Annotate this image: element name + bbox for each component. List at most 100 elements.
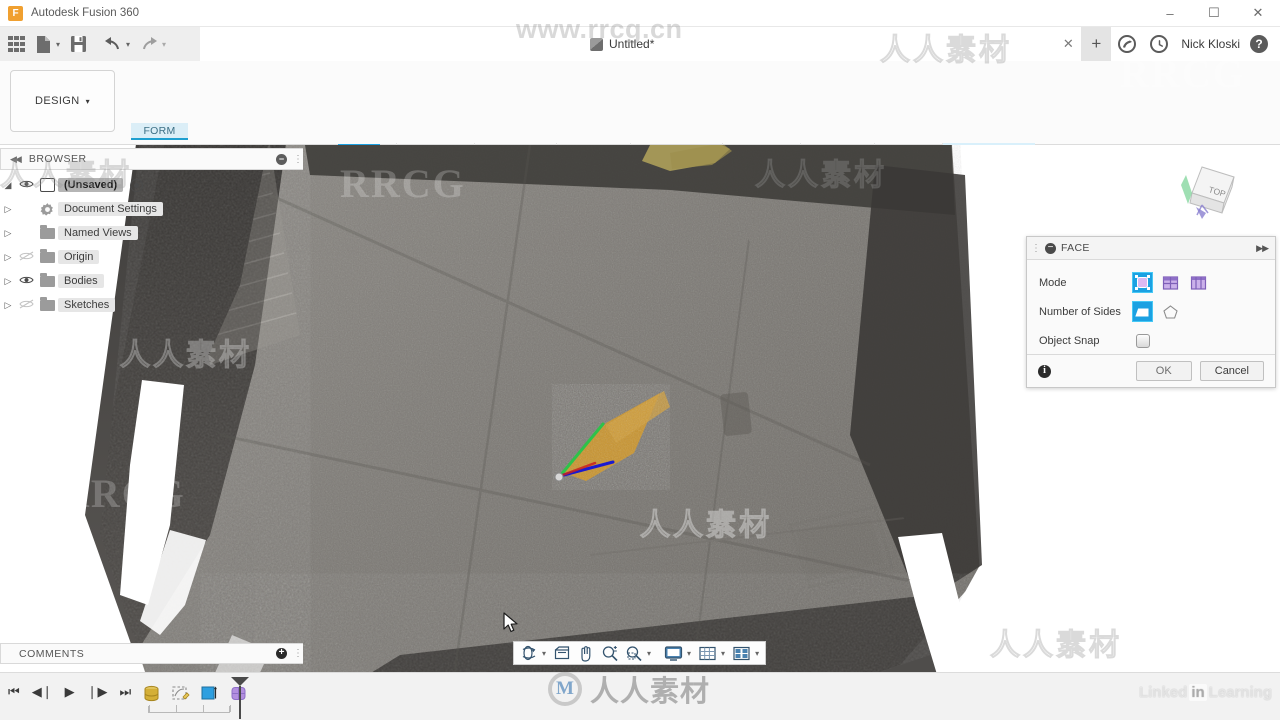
tree-expand-arrow[interactable]: ◢	[0, 180, 16, 191]
folder-icon	[36, 296, 58, 311]
help-icon[interactable]: ?	[1250, 35, 1268, 53]
save-icon[interactable]	[70, 35, 87, 53]
display-settings-icon[interactable]	[661, 642, 686, 664]
workspace-caret-icon: ▾	[85, 96, 90, 106]
comments-resize-grip[interactable]: ⋮	[293, 648, 303, 659]
new-tab-button[interactable]: +	[1081, 27, 1112, 61]
grid-face-icon[interactable]	[1161, 273, 1180, 292]
user-name-label[interactable]: Nick Kloski	[1181, 37, 1240, 51]
tree-expand-arrow[interactable]: ▷	[0, 252, 16, 263]
play-button[interactable]: ▶	[65, 685, 75, 698]
tree-item-label: Bodies	[58, 274, 104, 288]
eye-off-icon[interactable]	[16, 299, 36, 312]
cancel-button[interactable]: Cancel	[1199, 361, 1264, 381]
timeline-marker[interactable]	[231, 677, 249, 719]
viewports-caret-icon[interactable]: ▾	[755, 649, 759, 658]
step-back-button[interactable]: ◀❘	[32, 685, 53, 698]
browser-minimize-icon[interactable]: −	[276, 153, 287, 165]
tree-item-label: Document Settings	[58, 202, 163, 216]
pentagon-sides-icon[interactable]	[1161, 302, 1180, 321]
ribbon: DESIGN ▾ FORM	[0, 61, 1280, 205]
close-tab-icon[interactable]: ✕	[1055, 27, 1081, 61]
app-grid-icon[interactable]	[8, 35, 25, 53]
document-tab-label: Untitled*	[609, 37, 655, 51]
browser-tree: ◢ (Unsaved) ▷ Document Settings ▷ Named …	[0, 173, 290, 317]
comments-panel-header[interactable]: COMMENTS + ⋮	[0, 643, 303, 664]
strip-face-icon[interactable]	[1189, 273, 1208, 292]
document-root-icon	[36, 178, 58, 192]
timeline-mesh-feature[interactable]	[142, 684, 161, 703]
tree-item-sketches[interactable]: ▷ Sketches	[0, 293, 290, 317]
app-title: Autodesk Fusion 360	[31, 7, 140, 19]
orbit-caret-icon[interactable]: ▾	[542, 649, 546, 658]
browser-collapse-icon[interactable]: ◀◀	[10, 154, 22, 165]
tree-item-document-settings[interactable]: ▷ Document Settings	[0, 197, 290, 221]
go-to-end-button[interactable]: ⏭	[119, 685, 131, 698]
timeline-bar: ⏮ ◀❘ ▶ ❘▶ ⏭	[0, 672, 1280, 720]
tree-expand-arrow[interactable]: ▷	[0, 300, 16, 311]
eye-off-icon[interactable]	[16, 251, 36, 264]
number-of-sides-label: Number of Sides	[1039, 305, 1121, 318]
maximize-button[interactable]: ☐	[1192, 0, 1236, 27]
grid-snaps-icon[interactable]	[695, 642, 720, 664]
redo-icon[interactable]	[140, 36, 158, 52]
tree-expand-arrow[interactable]: ▷	[0, 276, 16, 287]
tree-item-unsaved[interactable]: ◢ (Unsaved)	[0, 173, 290, 197]
face-dialog-title: FACE	[1061, 242, 1090, 254]
new-document-caret-icon[interactable]: ▾	[56, 40, 60, 49]
workspace-switcher[interactable]: DESIGN ▾	[10, 70, 115, 132]
grid-snaps-caret-icon[interactable]: ▾	[721, 649, 725, 658]
undo-icon[interactable]	[104, 36, 122, 52]
document-tab[interactable]: Untitled*	[580, 27, 664, 61]
timeline-plane-feature[interactable]	[200, 684, 219, 703]
browser-resize-grip[interactable]: ⋮	[293, 154, 303, 165]
tree-expand-arrow[interactable]: ▷	[0, 228, 16, 239]
minimize-button[interactable]: –	[1148, 0, 1192, 27]
viewports-icon[interactable]	[729, 642, 754, 664]
tree-item-label: Named Views	[58, 226, 138, 240]
clock-icon[interactable]	[1150, 35, 1169, 53]
quad-sides-icon[interactable]	[1132, 301, 1153, 322]
go-to-beginning-button[interactable]: ⏮	[8, 685, 20, 698]
zoom-icon[interactable]	[598, 642, 622, 664]
display-settings-caret-icon[interactable]: ▾	[687, 649, 691, 658]
view-cube[interactable]: TOP	[1172, 159, 1258, 231]
add-comment-icon[interactable]: +	[276, 648, 287, 659]
tab-strip-right: ✕ + Nick Kloski ?	[1055, 27, 1280, 61]
timeline-sketch-feature[interactable]	[171, 684, 190, 703]
info-icon[interactable]: i	[1038, 364, 1051, 378]
look-at-icon[interactable]	[550, 642, 574, 664]
zoom-window-icon[interactable]	[622, 642, 646, 664]
single-face-icon[interactable]	[1132, 272, 1153, 293]
row-mode: Mode	[1027, 268, 1275, 297]
face-dialog-header[interactable]: ⋮ − FACE ▶▶	[1027, 237, 1275, 260]
tab-form[interactable]: FORM	[131, 123, 188, 140]
eye-icon[interactable]	[16, 179, 36, 192]
title-bar: F Autodesk Fusion 360 – ☐ ✕	[0, 0, 1280, 27]
dialog-expand-icon[interactable]: ▶▶	[1256, 243, 1269, 254]
step-forward-button[interactable]: ❘▶	[87, 685, 108, 698]
eye-icon[interactable]	[16, 275, 36, 288]
workspace-label: DESIGN	[35, 95, 80, 107]
tree-expand-arrow[interactable]: ▷	[0, 204, 16, 215]
dialog-collapse-icon[interactable]: −	[1045, 242, 1056, 254]
face-dialog-body: Mode Number of Sides Object Snap	[1027, 260, 1275, 355]
object-snap-checkbox[interactable]	[1133, 331, 1152, 350]
dialog-drag-grip[interactable]: ⋮	[1031, 243, 1041, 254]
orbit-icon[interactable]	[517, 642, 541, 664]
tree-item-origin[interactable]: ▷ Origin	[0, 245, 290, 269]
undo-caret-icon[interactable]: ▾	[126, 40, 130, 49]
redo-caret-icon[interactable]: ▾	[162, 40, 166, 49]
tree-item-bodies[interactable]: ▷ Bodies	[0, 269, 290, 293]
face-dialog[interactable]: ⋮ − FACE ▶▶ Mode Number of Sides Object …	[1026, 236, 1276, 388]
ok-button[interactable]: OK	[1135, 361, 1192, 381]
zoom-caret-icon[interactable]: ▾	[647, 649, 651, 658]
activate-component-radio[interactable]	[130, 178, 144, 192]
row-number-of-sides: Number of Sides	[1027, 297, 1275, 326]
close-button[interactable]: ✕	[1236, 0, 1280, 27]
new-document-icon[interactable]	[35, 35, 52, 54]
browser-panel-header: ◀◀ BROWSER − ⋮	[0, 148, 303, 170]
pan-icon[interactable]	[574, 642, 598, 664]
tree-item-named-views[interactable]: ▷ Named Views	[0, 221, 290, 245]
job-status-icon[interactable]	[1118, 35, 1137, 53]
